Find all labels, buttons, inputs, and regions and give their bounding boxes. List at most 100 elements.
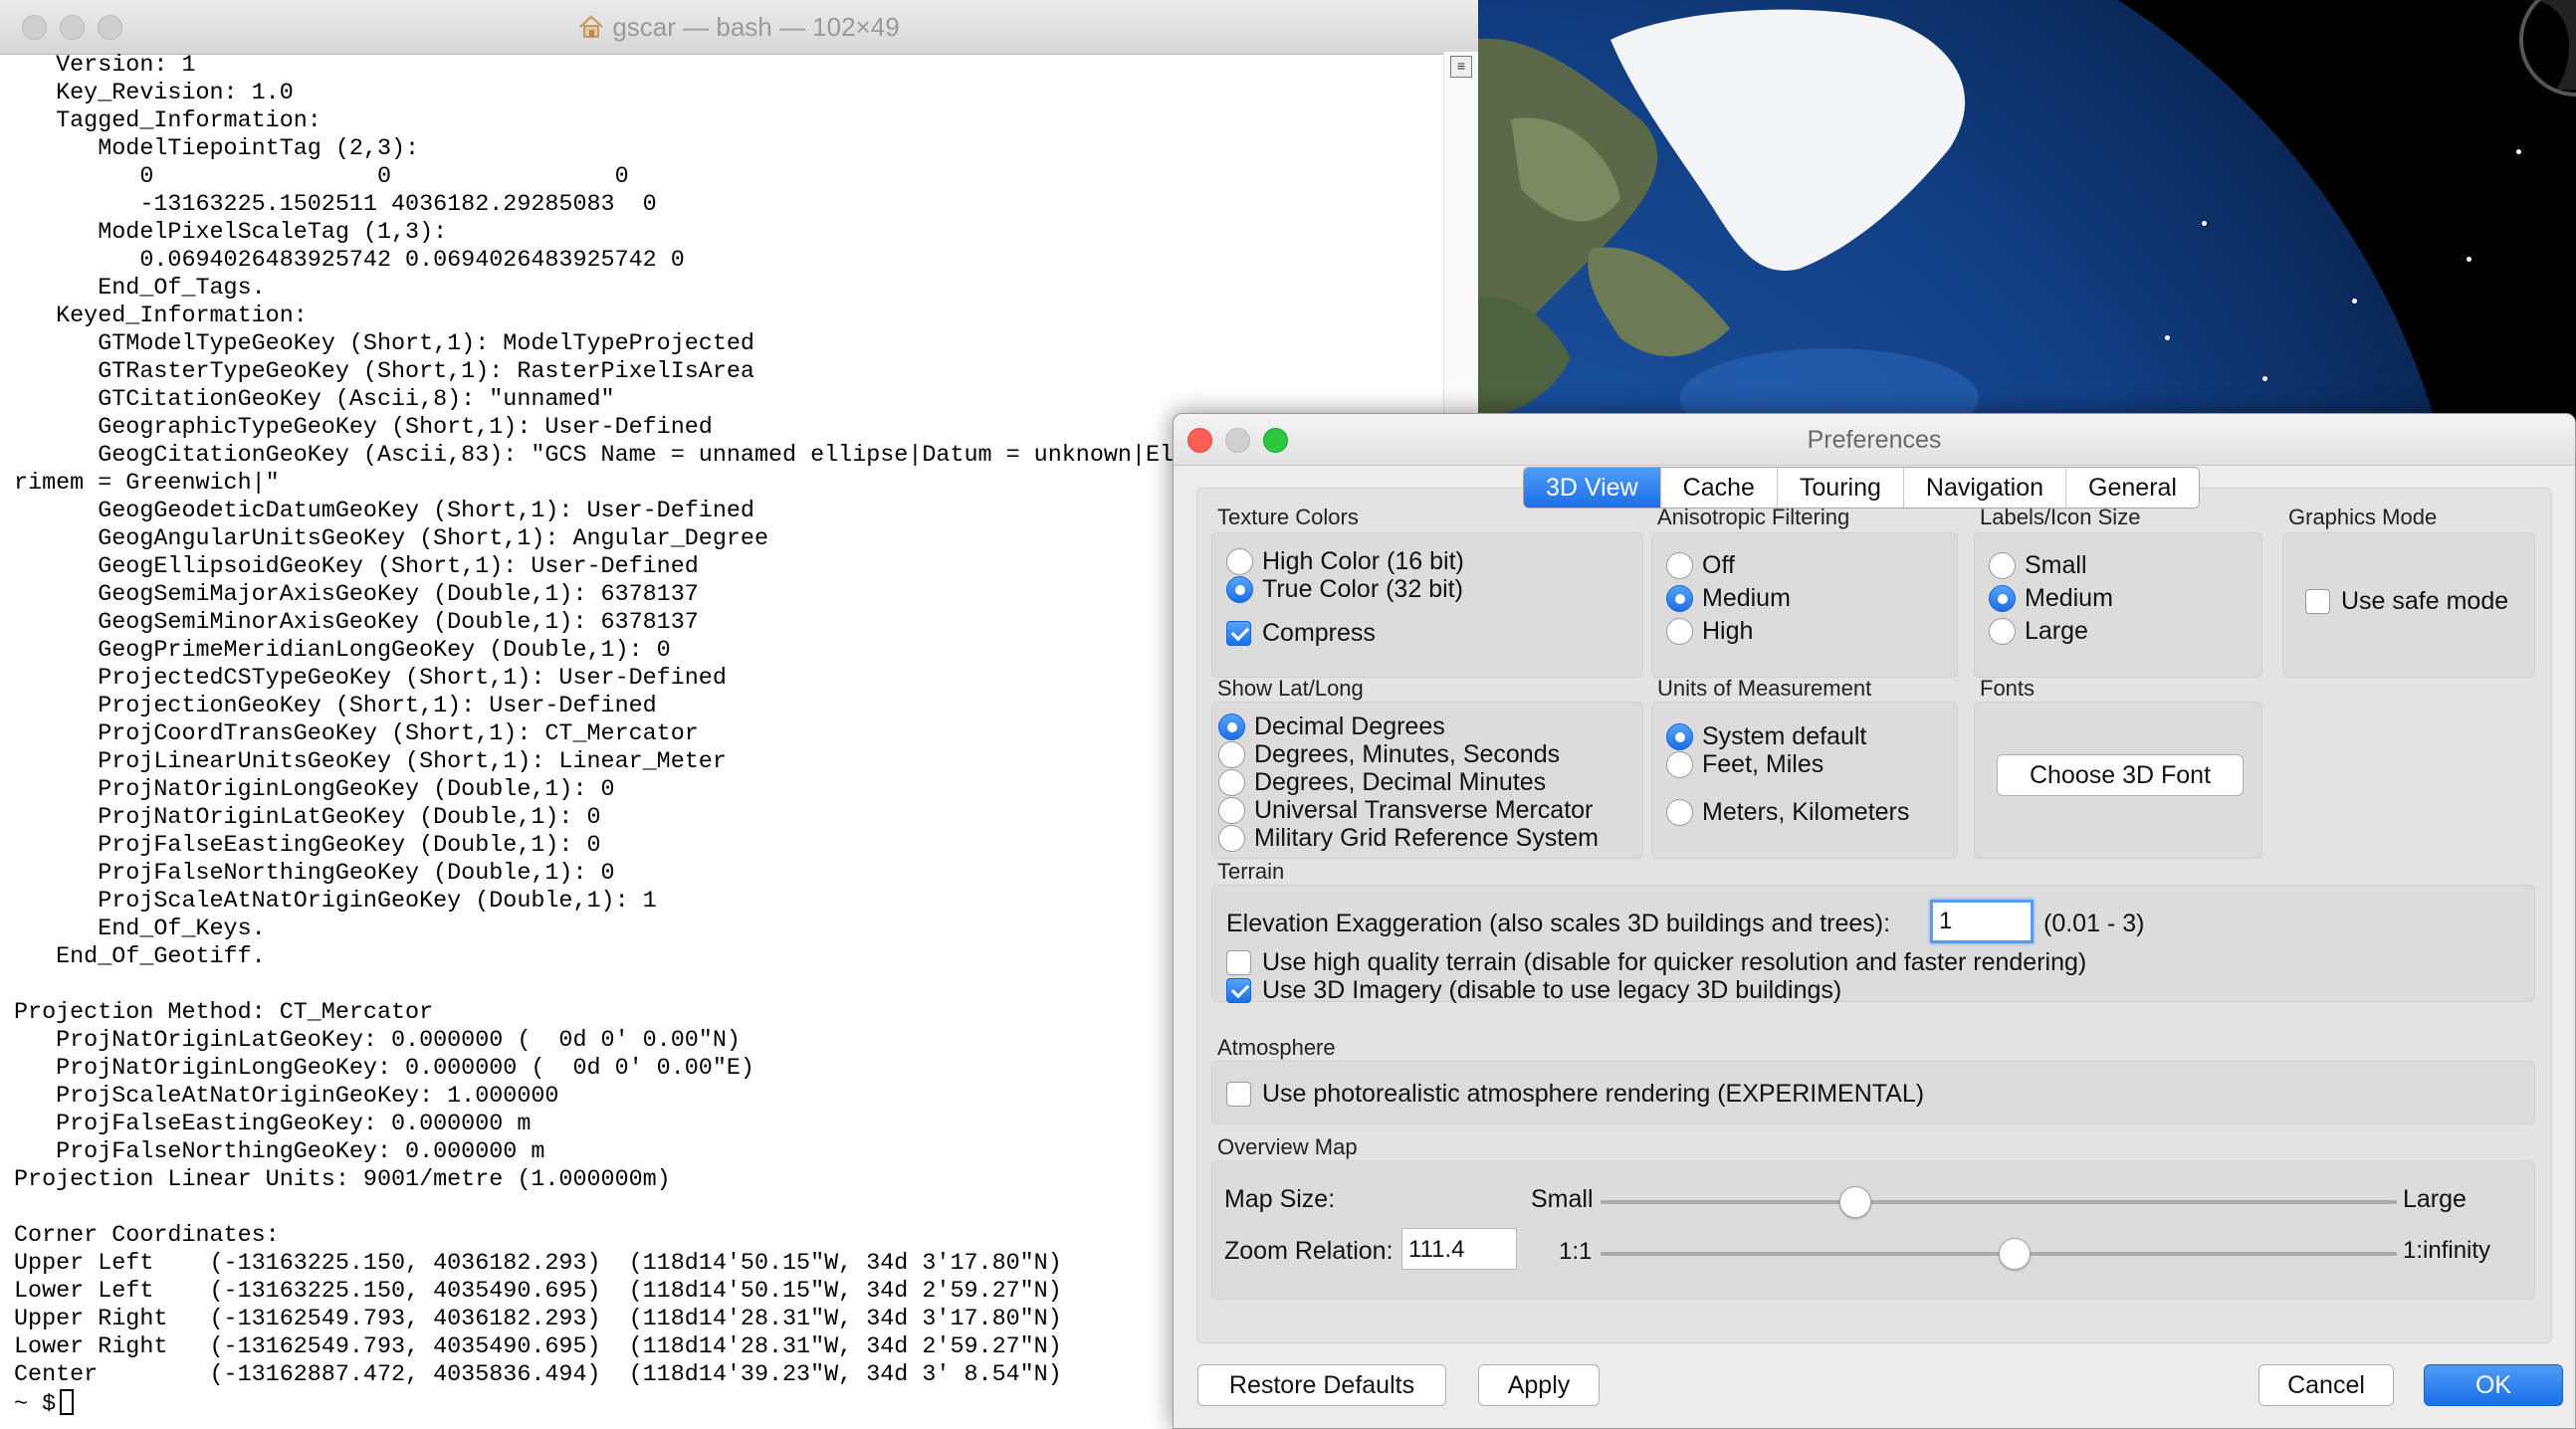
radio-indicator: [1218, 741, 1245, 768]
zoom-relation-slider-thumb[interactable]: [1999, 1238, 2031, 1270]
zoom-max-label: 1:infinity: [2403, 1237, 2491, 1264]
preferences-title: Preferences: [1807, 426, 1942, 454]
tab-3d-view[interactable]: 3D View: [1524, 468, 1661, 508]
tab-navigation[interactable]: Navigation: [1903, 468, 2067, 508]
terminal-titlebar[interactable]: gscar — bash — 102×49: [0, 0, 1478, 55]
cancel-button[interactable]: Cancel: [2258, 1364, 2394, 1406]
elevation-exaggeration-label: Elevation Exaggeration (also scales 3D b…: [1226, 910, 1891, 937]
terminal-line: Keyed_Information:: [14, 304, 308, 329]
checkbox-indicator: [1226, 1082, 1251, 1107]
preferences-titlebar[interactable]: Preferences: [1174, 414, 2575, 466]
tab-general[interactable]: General: [2066, 468, 2199, 508]
radio-utm[interactable]: Universal Transverse Mercator: [1218, 796, 1593, 824]
terminal-title-text: gscar — bash — 102×49: [612, 12, 900, 42]
map-size-min-label: Small: [1531, 1185, 1594, 1213]
anisotropic-group: Off Medium High: [1651, 532, 1958, 678]
terminal-line: -13163225.1502511 4036182.29285083 0: [14, 192, 657, 218]
terminal-line: End_Of_Tags.: [14, 276, 266, 302]
radio-meters-kilometers[interactable]: Meters, Kilometers: [1666, 798, 1909, 826]
fonts-label: Fonts: [1980, 676, 2036, 701]
radio-aniso-medium[interactable]: Medium: [1666, 584, 1791, 612]
radio-indicator: [1666, 585, 1693, 612]
ok-button[interactable]: OK: [2424, 1364, 2563, 1406]
preferences-tabs: 3D View Cache Touring Navigation General: [1523, 467, 2200, 509]
earth-view[interactable]: [1471, 0, 2576, 418]
units-label: Units of Measurement: [1657, 676, 1872, 701]
radio-feet-miles[interactable]: Feet, Miles: [1666, 750, 1824, 778]
radio-indicator: [1666, 799, 1693, 826]
radio-indicator: [1989, 552, 2016, 579]
radio-indicator: [1989, 618, 2016, 645]
texture-colors-group: High Color (16 bit) True Color (32 bit) …: [1211, 532, 1643, 678]
prompt-text: ~ $: [14, 1392, 57, 1418]
compress-checkbox[interactable]: Compress: [1226, 619, 1376, 647]
zoom-min-label: 1:1: [1559, 1238, 1593, 1265]
radio-labels-small[interactable]: Small: [1989, 551, 2087, 579]
map-size-slider-track[interactable]: [1601, 1200, 2397, 1204]
radio-indicator: [1218, 714, 1245, 740]
graphics-mode-label: Graphics Mode: [2288, 505, 2438, 529]
terminal-line: GTRasterTypeGeoKey (Short,1): RasterPixe…: [14, 359, 754, 385]
radio-indicator: [1666, 618, 1693, 645]
elevation-exaggeration-input[interactable]: 1: [1930, 900, 2034, 943]
apply-button[interactable]: Apply: [1478, 1364, 1600, 1406]
high-quality-terrain-checkbox[interactable]: Use high quality terrain (disable for qu…: [1226, 948, 2086, 976]
elevation-range-hint: (0.01 - 3): [2043, 910, 2145, 937]
scroll-menu-icon[interactable]: ≡: [1450, 56, 1472, 78]
terminal-line: 0 0 0: [14, 164, 629, 190]
choose-3d-font-button[interactable]: Choose 3D Font: [1997, 754, 2244, 796]
texture-colors-label: Texture Colors: [1217, 505, 1359, 529]
terminal-line: GTModelTypeGeoKey (Short,1): ModelTypePr…: [14, 331, 754, 357]
radio-indicator: [1666, 552, 1693, 579]
radio-indicator: [1226, 548, 1253, 575]
terrain-label: Terrain: [1217, 859, 1285, 884]
radio-decimal-minutes[interactable]: Degrees, Decimal Minutes: [1218, 768, 1546, 796]
checkbox-indicator: [1226, 621, 1251, 646]
radio-decimal-degrees[interactable]: Decimal Degrees: [1218, 713, 1445, 740]
radio-labels-large[interactable]: Large: [1989, 617, 2088, 645]
radio-true-color[interactable]: True Color (32 bit): [1226, 575, 1463, 603]
radio-system-default[interactable]: System default: [1666, 722, 1866, 750]
radio-aniso-high[interactable]: High: [1666, 617, 1753, 645]
checkbox-indicator: [1226, 950, 1251, 975]
terminal-line: Tagged_Information:: [14, 108, 322, 134]
map-size-slider-thumb[interactable]: [1839, 1186, 1871, 1218]
radio-labels-medium[interactable]: Medium: [1989, 584, 2113, 612]
terminal-line: 0.0694026483925742 0.0694026483925742 0: [14, 248, 685, 274]
map-size-max-label: Large: [2403, 1185, 2467, 1213]
preferences-dialog: Preferences Texture Colors High Color (1…: [1173, 413, 2576, 1429]
radio-high-color[interactable]: High Color (16 bit): [1226, 547, 1464, 575]
terminal-line: Key_Revision: 1.0: [14, 81, 294, 106]
labels-icon-size-group: Small Medium Large: [1974, 532, 2262, 678]
terminal-line: ModelTiepointTag (2,3):: [14, 136, 420, 162]
home-icon: [579, 15, 604, 38]
earth-globe-image: [1471, 0, 2576, 418]
tab-cache[interactable]: Cache: [1660, 468, 1778, 508]
radio-indicator: [1989, 585, 2016, 612]
radio-indicator: [1218, 825, 1245, 852]
photorealistic-atmosphere-checkbox[interactable]: Use photorealistic atmosphere rendering …: [1226, 1080, 1924, 1108]
use-3d-imagery-checkbox[interactable]: Use 3D Imagery (disable to use legacy 3D…: [1226, 976, 1841, 1004]
zoom-relation-input[interactable]: 111.4: [1401, 1228, 1517, 1270]
units-group: System default Feet, Miles Meters, Kilom…: [1651, 702, 1958, 859]
zoom-relation-label: Zoom Relation:: [1224, 1237, 1394, 1265]
radio-indicator: [1666, 751, 1693, 778]
radio-indicator: [1226, 576, 1253, 603]
radio-aniso-off[interactable]: Off: [1666, 551, 1735, 579]
desktop: gscar — bash — 102×49 Version: 1 Key_Rev…: [0, 0, 2576, 1429]
fonts-group: Choose 3D Font: [1974, 702, 2262, 859]
tab-touring[interactable]: Touring: [1777, 468, 1904, 508]
radio-mgrs[interactable]: Military Grid Reference System: [1218, 824, 1599, 852]
terminal-title: gscar — bash — 102×49: [0, 12, 1478, 43]
terminal-line: ModelPixelScaleTag (1,3):: [14, 220, 448, 246]
radio-dms[interactable]: Degrees, Minutes, Seconds: [1218, 740, 1560, 768]
terminal-line: Version: 1: [14, 53, 196, 79]
checkbox-indicator: [2305, 589, 2330, 614]
atmosphere-group: Use photorealistic atmosphere rendering …: [1211, 1061, 2535, 1124]
overview-map-group: Map Size: Small Large Zoom Relation: 111…: [1211, 1160, 2535, 1300]
restore-defaults-button[interactable]: Restore Defaults: [1197, 1364, 1446, 1406]
terrain-group: Elevation Exaggeration (also scales 3D b…: [1211, 885, 2535, 1004]
radio-indicator: [1218, 769, 1245, 796]
map-size-label: Map Size:: [1224, 1185, 1336, 1213]
safe-mode-checkbox[interactable]: Use safe mode: [2305, 587, 2508, 615]
